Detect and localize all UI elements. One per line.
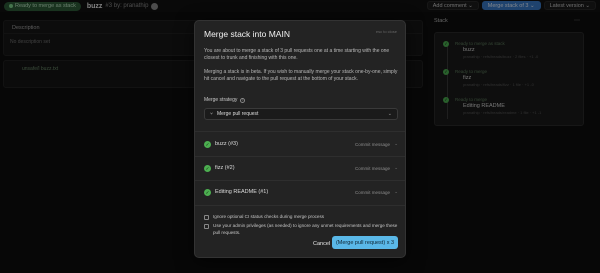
pr-row[interactable]: ✓ buzz (#3) Commit message ⌄ bbox=[204, 138, 398, 150]
chevron-down-icon[interactable]: ⌄ bbox=[394, 189, 398, 195]
commit-message-toggle[interactable]: Commit message bbox=[355, 142, 390, 147]
divider bbox=[195, 180, 405, 181]
ignore-ci-option[interactable]: Ignore optional CI status checks during … bbox=[204, 214, 398, 221]
merge-strategy-select[interactable]: ⑂ Merge pull request ⌄ bbox=[204, 108, 398, 120]
merge-button[interactable]: (Merge pull request) x 3 bbox=[332, 236, 398, 249]
info-icon[interactable]: i bbox=[240, 97, 246, 103]
close-hint[interactable]: esc to close bbox=[376, 29, 397, 34]
dialog-intro: You are about to merge a stack of 3 pull… bbox=[204, 48, 390, 61]
check-icon: ✓ bbox=[204, 188, 211, 196]
cancel-button[interactable]: Cancel bbox=[310, 239, 333, 249]
commit-message-toggle[interactable]: Commit message bbox=[355, 190, 390, 195]
chevron-down-icon[interactable]: ⌄ bbox=[394, 165, 398, 171]
admin-override-label: Use your admin privileges (as needed) to… bbox=[213, 223, 398, 235]
merge-strategy-text: Merge strategy bbox=[204, 97, 238, 103]
pr-row[interactable]: ✓ Editing README (#1) Commit message ⌄ bbox=[204, 186, 398, 198]
chevron-down-icon[interactable]: ⌄ bbox=[394, 141, 398, 147]
merge-strategy-label: Merge strategy i bbox=[204, 97, 246, 103]
dialog-title: Merge stack into MAIN bbox=[204, 29, 290, 39]
check-icon: ✓ bbox=[204, 164, 211, 172]
divider bbox=[195, 156, 405, 157]
divider bbox=[195, 205, 405, 206]
admin-override-checkbox[interactable] bbox=[204, 224, 209, 229]
chevron-down-icon: ⌄ bbox=[387, 111, 392, 117]
divider bbox=[195, 131, 405, 132]
ignore-ci-label: Ignore optional CI status checks during … bbox=[213, 214, 325, 219]
commit-message-toggle[interactable]: Commit message bbox=[355, 166, 390, 171]
check-icon: ✓ bbox=[204, 140, 211, 148]
merge-strategy-value: Merge pull request bbox=[217, 111, 259, 117]
pr-row-name: fizz (#2) bbox=[215, 165, 235, 171]
admin-override-option[interactable]: Use your admin privileges (as needed) to… bbox=[204, 223, 398, 236]
merge-stack-dialog: Merge stack into MAIN esc to close You a… bbox=[194, 20, 406, 258]
pr-row-name: Editing README (#1) bbox=[215, 189, 269, 195]
merge-icon: ⑂ bbox=[210, 111, 214, 117]
pr-row-name: buzz (#3) bbox=[215, 141, 238, 147]
ignore-ci-checkbox[interactable] bbox=[204, 215, 209, 220]
dialog-beta-note: Merging a stack is in beta. If you wish … bbox=[204, 69, 398, 82]
pr-row[interactable]: ✓ fizz (#2) Commit message ⌄ bbox=[204, 162, 398, 174]
